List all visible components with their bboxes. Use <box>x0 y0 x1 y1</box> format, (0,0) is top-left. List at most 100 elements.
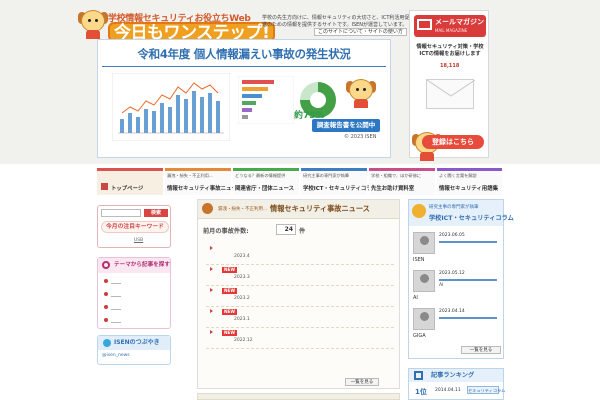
nav-sub: 研究主事の専門家が執筆 <box>303 173 350 178</box>
nav-label: 学校ICT・セキュリティコラム <box>303 186 377 192</box>
subscriber-count: 18,118 <box>440 63 460 69</box>
ranking-panel: 記事ランキング 1位 2014.04.11 セキュリティコラム <box>408 368 505 400</box>
incident-count-label: 前月の事故件数: <box>203 228 249 235</box>
news-date: 2022.12 <box>234 338 253 343</box>
column-header-sub: 研究主事の専門家が執筆 <box>429 205 479 210</box>
column-more-button[interactable]: 一覧を見る <box>461 346 501 354</box>
ict-column-panel: 研究主事の専門家が執筆 学校ICT・セキュリティコラム 2023.06.05 I… <box>408 199 514 359</box>
nav-teacher-resources[interactable]: 学校・組織で、ほか研修に 先生お助け資料室 <box>369 168 435 195</box>
chart-icon <box>414 371 423 380</box>
column-divider <box>439 317 497 319</box>
magnifier-icon <box>102 261 110 269</box>
envelope-icon <box>417 19 432 30</box>
nav-security-news[interactable]: 漏洩・紛失・不正利用... 情報セキュリティ事故ニュース <box>165 168 242 195</box>
nav-label: 情報セキュリティ事故ニュース <box>167 186 242 192</box>
twitter-handle-link[interactable]: @isen_news <box>102 353 130 358</box>
nav-home[interactable]: トップページ <box>97 168 163 195</box>
mail-magazine-header: メールマガジン MAIL MAGAZINE <box>414 15 486 37</box>
hero-title: 令和4年度 個人情報漏えい事故の発生状況 <box>137 47 351 61</box>
bullet-icon <box>210 288 213 292</box>
column-date: 2023.06.05 <box>439 233 465 238</box>
report-published-button[interactable]: 調査報告書を公開中 <box>312 119 380 132</box>
news-list-item[interactable]: 2023.4 <box>206 244 394 265</box>
author-photo <box>413 270 435 292</box>
theme-item[interactable]: ____ <box>104 304 121 310</box>
column-item[interactable]: 2023.04.14 GIGA <box>413 306 501 346</box>
column-date: 2023.05.12 <box>439 271 465 276</box>
nav-ict-column[interactable]: 研究主事の専門家が執筆 学校ICT・セキュリティコラム <box>301 168 377 195</box>
search-panel: 検索 今月の注目キーワード USB <box>97 205 171 248</box>
hero-copyright: © 2023 ISEN <box>344 134 377 140</box>
nav-sub: どうなる？最新の情報提供 <box>235 173 286 178</box>
mail-magazine-title: メールマガジン <box>435 18 484 26</box>
news-header: 漏洩・紛失・不正利用... 情報セキュリティ事故ニュース <box>198 200 399 219</box>
mascot-icon <box>202 203 213 214</box>
nav-ministry-news[interactable]: どうなる？最新の情報提供 関連省庁・団体ニュース <box>233 168 299 195</box>
author-photo <box>413 308 435 330</box>
new-badge: NEW <box>222 330 237 336</box>
incident-count-value: 24 <box>276 224 296 235</box>
column-header-title: 学校ICT・セキュリティコラム <box>429 215 514 222</box>
theme-item[interactable]: ____ <box>104 278 121 284</box>
ranking-title: 記事ランキング <box>409 369 503 382</box>
nav-glossary[interactable]: よく聞く言葉を解説 情報セキュリティ用語集 <box>437 168 502 195</box>
home-icon <box>101 183 108 190</box>
hero-line-chart <box>112 73 230 141</box>
new-badge: NEW <box>222 288 237 294</box>
news-list: 2023.4 NEW 2023.3 NEW 2023.2 NEW 2023.1 … <box>206 244 394 349</box>
theme-item[interactable]: ____ <box>104 317 121 323</box>
column-divider <box>439 279 497 281</box>
twitter-bird-icon <box>103 339 111 347</box>
column-date: 2023.04.14 <box>439 309 465 314</box>
news-date: 2023.3 <box>234 275 250 280</box>
search-input[interactable] <box>101 209 141 217</box>
mascot-icon <box>412 204 426 218</box>
column-divider <box>439 241 497 243</box>
security-news-panel: 漏洩・紛失・不正利用... 情報セキュリティ事故ニュース 前月の事故件数: 24… <box>197 199 400 389</box>
bullet-icon <box>210 330 213 334</box>
global-nav: トップページ 漏洩・紛失・不正利用... 情報セキュリティ事故ニュース どうなる… <box>97 168 502 195</box>
nav-sub: 学校・組織で、ほか研修に <box>371 173 422 178</box>
search-button[interactable]: 検索 <box>144 209 168 217</box>
column-author: AI <box>439 283 444 288</box>
hero-bar-chart <box>238 76 294 124</box>
mail-magazine-panel: メールマガジン MAIL MAGAZINE 情報セキュリティ対策・学校ICTの情… <box>409 10 489 161</box>
news-more-button[interactable]: 一覧を見る <box>345 378 379 386</box>
keyword-link[interactable]: USB <box>134 238 143 243</box>
news-list-item[interactable]: NEW 2023.2 <box>206 286 394 307</box>
theme-search-panel: テーマから記事を探す ____ ____ ____ ____ <box>97 257 171 329</box>
mail-magazine-subtitle: MAIL MAGAZINE <box>435 28 468 33</box>
theme-item[interactable]: ____ <box>104 291 121 297</box>
hero-mascot <box>346 78 376 108</box>
rank-number: 1位 <box>415 388 427 396</box>
next-section-header <box>197 393 400 400</box>
nav-label: トップページ <box>111 186 144 192</box>
nav-label: 情報セキュリティ用語集 <box>439 186 498 192</box>
monthly-keyword-title: 今月の注目キーワード <box>101 221 169 233</box>
news-list-item[interactable]: NEW 2022.12 <box>206 328 394 349</box>
envelope-illustration <box>426 79 476 109</box>
rank-category-tag[interactable]: セキュリティコラム <box>467 386 505 394</box>
news-list-item[interactable]: NEW 2023.1 <box>206 307 394 328</box>
column-header: 研究主事の専門家が執筆 学校ICT・セキュリティコラム <box>409 200 514 226</box>
author-photo <box>413 232 435 254</box>
nav-sub: よく聞く言葉を解説 <box>439 173 477 178</box>
news-date: 2023.1 <box>234 317 250 322</box>
mail-register-button[interactable]: 登録はこちら <box>422 135 484 149</box>
column-item[interactable]: 2023.06.05 ISEN <box>413 230 501 270</box>
incident-count-unit: 件 <box>299 228 306 235</box>
nav-label: 先生お助け資料室 <box>371 186 415 192</box>
hero-divider <box>102 66 386 67</box>
news-list-item[interactable]: NEW 2023.3 <box>206 265 394 286</box>
new-badge: NEW <box>222 309 237 315</box>
twitter-panel: ISENのつぶやき @isen_news <box>97 335 171 365</box>
bullet-icon <box>210 309 213 313</box>
news-header-title: 情報セキュリティ事故ニュース <box>270 204 370 213</box>
mascot-dog-logo <box>78 9 108 39</box>
hero-banner[interactable]: 令和4年度 個人情報漏えい事故の発生状況 約75% 調査報告書を公開中 © 20… <box>97 39 391 158</box>
about-site-link[interactable]: このサイトについて・サイトの使い方 <box>314 28 407 36</box>
column-name: GIGA <box>413 333 426 339</box>
column-item[interactable]: 2023.05.12 AI AI <box>413 268 501 308</box>
column-name: AI <box>413 295 418 301</box>
news-header-sub: 漏洩・紛失・不正利用... <box>218 207 268 212</box>
